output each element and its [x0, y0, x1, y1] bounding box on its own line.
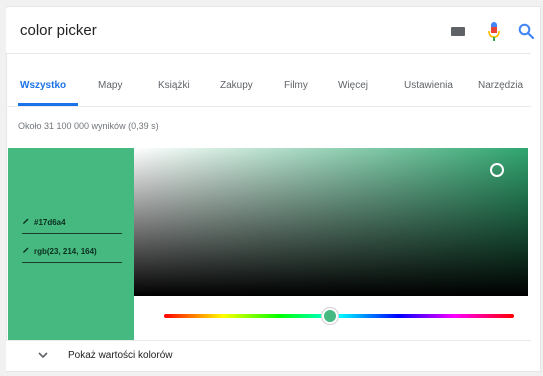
mic-icon[interactable]	[488, 22, 500, 42]
search-bar[interactable]: color picker	[6, 8, 534, 54]
hex-field[interactable]: #17d6a4	[22, 217, 66, 227]
hex-value[interactable]: #17d6a4	[34, 218, 66, 227]
rgb-field[interactable]: rgb(23, 214, 164)	[22, 246, 97, 256]
hex-underline	[22, 233, 122, 234]
tab-wszystko[interactable]: Wszystko	[20, 80, 66, 91]
color-picker: #17d6a4 rgb(23, 214, 164)	[8, 148, 528, 340]
keyboard-icon[interactable]	[451, 27, 465, 36]
tab-mapy[interactable]: Mapy	[98, 80, 122, 91]
chevron-down-icon[interactable]	[38, 350, 48, 360]
tab-narzedzia[interactable]: Narzędzia	[478, 80, 523, 91]
show-color-values-label[interactable]: Pokaż wartości kolorów	[68, 350, 172, 361]
hue-slider-handle[interactable]	[322, 308, 338, 324]
active-tab-indicator	[18, 103, 78, 106]
tab-zakupy[interactable]: Zakupy	[220, 80, 253, 91]
search-input[interactable]: color picker	[20, 22, 97, 39]
search-tabs: Wszystko Mapy Książki Zakupy Filmy Więce…	[6, 64, 531, 107]
show-color-values-row[interactable]: Pokaż wartości kolorów	[6, 340, 531, 371]
rgb-value[interactable]: rgb(23, 214, 164)	[34, 247, 97, 256]
tab-wiecej[interactable]: Więcej	[338, 80, 368, 91]
search-icon[interactable]	[518, 23, 534, 39]
results-stats: Około 31 100 000 wyników (0,39 s)	[18, 121, 159, 131]
saturation-value-area[interactable]	[134, 148, 528, 296]
rgb-underline	[22, 262, 122, 263]
color-swatch: #17d6a4 rgb(23, 214, 164)	[8, 148, 134, 340]
saturation-handle[interactable]	[490, 163, 504, 177]
hue-slider[interactable]	[164, 314, 514, 318]
tab-filmy[interactable]: Filmy	[284, 80, 308, 91]
tab-ustawienia[interactable]: Ustawienia	[404, 80, 453, 91]
pen-icon	[23, 218, 29, 224]
tab-ksiazki[interactable]: Książki	[158, 80, 190, 91]
pen-icon	[23, 247, 29, 253]
